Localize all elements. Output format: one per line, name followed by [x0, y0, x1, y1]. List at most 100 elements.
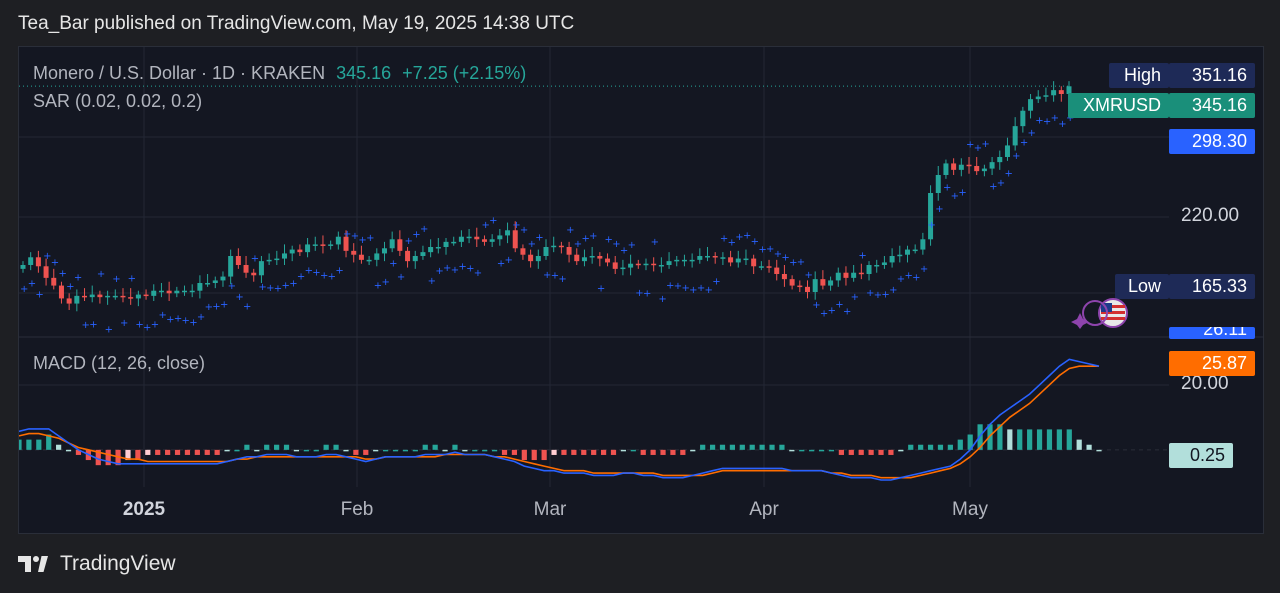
candle-body [366, 259, 372, 262]
candle-body [889, 256, 895, 263]
macd-histogram-bar [194, 449, 200, 455]
candle-body [351, 250, 357, 255]
candle-body [43, 266, 49, 278]
macd-histogram-bar [640, 449, 646, 455]
chart-frame[interactable]: + + + + + + + + + + + + + + + + + + + + + + + + + + + + + + + + + + + + + + + +… [18, 46, 1264, 534]
sar-dot: + [28, 278, 36, 289]
macd-histogram-bar [462, 449, 468, 452]
candle-body [489, 239, 495, 242]
macd-histogram-bar [779, 444, 785, 450]
macd-histogram-bar [353, 449, 359, 455]
price-axis-tick: 220.00 [1181, 205, 1240, 226]
sar-dot: + [535, 232, 543, 243]
candle-body [66, 298, 72, 304]
candle-body [581, 257, 587, 262]
candle-body [697, 256, 703, 260]
macd-histogram-bar [145, 449, 151, 455]
macd-histogram-bar [363, 449, 369, 455]
macd-histogram-bar [1076, 439, 1082, 450]
candle-body [289, 249, 295, 254]
candle-body [851, 272, 857, 278]
candle-body [505, 230, 511, 236]
macd-histogram-bar [759, 444, 765, 450]
macd-histogram-bar [1036, 429, 1043, 450]
macd-histogram-bar [234, 449, 240, 452]
macd-histogram-bar [174, 449, 181, 455]
macd-histogram-bar [739, 444, 745, 450]
signal-line [19, 365, 1099, 479]
sar-dot: + [397, 272, 405, 283]
chart-canvas[interactable]: +++++++++ +++++++ + ++ + + + +++ + ++++++ + + + +++ + +… [19, 47, 1264, 534]
candle-body [243, 265, 249, 273]
candle-body [435, 247, 441, 249]
sar-legend[interactable]: SAR (0.02, 0.02, 0.2) [33, 91, 202, 112]
candle-body [266, 259, 272, 262]
sar-dot: + [505, 255, 513, 266]
candle-body [405, 250, 411, 262]
candle-body [566, 247, 572, 255]
sar-dot: + [958, 188, 966, 199]
macd-histogram-bar [848, 449, 854, 455]
candle-body [689, 259, 695, 262]
candle-body [528, 254, 534, 262]
x-tick-may: May [952, 499, 988, 520]
candle-body [797, 285, 803, 288]
macd-histogram-bar [511, 449, 518, 455]
macd-histogram-bar [690, 449, 696, 452]
sar-dot: + [381, 277, 389, 288]
macd-histogram-bar [908, 444, 914, 450]
footer-brand[interactable]: TradingView [18, 552, 176, 576]
candle-body [712, 256, 718, 258]
candle-body [312, 244, 318, 246]
macd-histogram-bar [789, 449, 795, 452]
candle-body [997, 157, 1003, 163]
macd-histogram-bar [591, 449, 597, 455]
macd-legend[interactable]: MACD (12, 26, close) [33, 353, 205, 374]
macd-histogram-bar [937, 444, 944, 450]
candle-body [989, 162, 995, 169]
macd-histogram-bar [927, 444, 934, 450]
publisher-line: Tea_Bar published on TradingView.com, Ma… [18, 13, 575, 34]
candle-body [758, 266, 764, 268]
candle-body [220, 276, 226, 281]
histogram-value-badge: 0.25 [1169, 443, 1233, 468]
candle-body [943, 163, 949, 175]
macd-histogram-bar [1096, 449, 1102, 452]
macd-histogram-bar [581, 449, 587, 455]
candle-body [474, 236, 480, 240]
candle-body [235, 256, 241, 265]
price-change: +7.25 (+2.15%) [402, 63, 527, 83]
sar-value-badge: 298.30 [1169, 129, 1255, 154]
candle-body [897, 254, 903, 257]
sar-dot: + [935, 204, 943, 215]
macd-histogram-bar [878, 449, 884, 455]
candle-body [612, 262, 618, 269]
candle-body [743, 258, 749, 261]
macd-histogram-bar [1017, 429, 1023, 450]
sar-dot: + [243, 302, 251, 313]
macd-histogram-bar [769, 444, 775, 450]
macd-histogram-bar [858, 449, 864, 455]
candle-body [874, 265, 880, 267]
last-price: 345.16 [336, 63, 392, 83]
sar-dot: + [589, 231, 597, 242]
event-icons[interactable] [1069, 297, 1131, 329]
sar-dot: + [1012, 151, 1020, 162]
candle-body [951, 163, 957, 170]
candle-body [212, 280, 218, 283]
sar-dot: + [51, 257, 59, 268]
candle-body [881, 262, 887, 265]
candle-body [620, 267, 626, 270]
sar-dot: + [35, 289, 43, 300]
macd-histogram-bar [184, 449, 191, 455]
sar-dot: + [597, 284, 605, 295]
candle-body [20, 265, 26, 269]
candle-body [535, 256, 541, 262]
footer-brand-text: TradingView [60, 552, 176, 575]
macd-histogram-bar [630, 449, 636, 452]
candle-body [812, 279, 818, 292]
candle-body [297, 249, 303, 253]
macd-histogram-bar [36, 439, 42, 450]
symbol-label-badge: XMRUSD [1068, 93, 1169, 118]
x-tick-apr: Apr [749, 499, 779, 520]
